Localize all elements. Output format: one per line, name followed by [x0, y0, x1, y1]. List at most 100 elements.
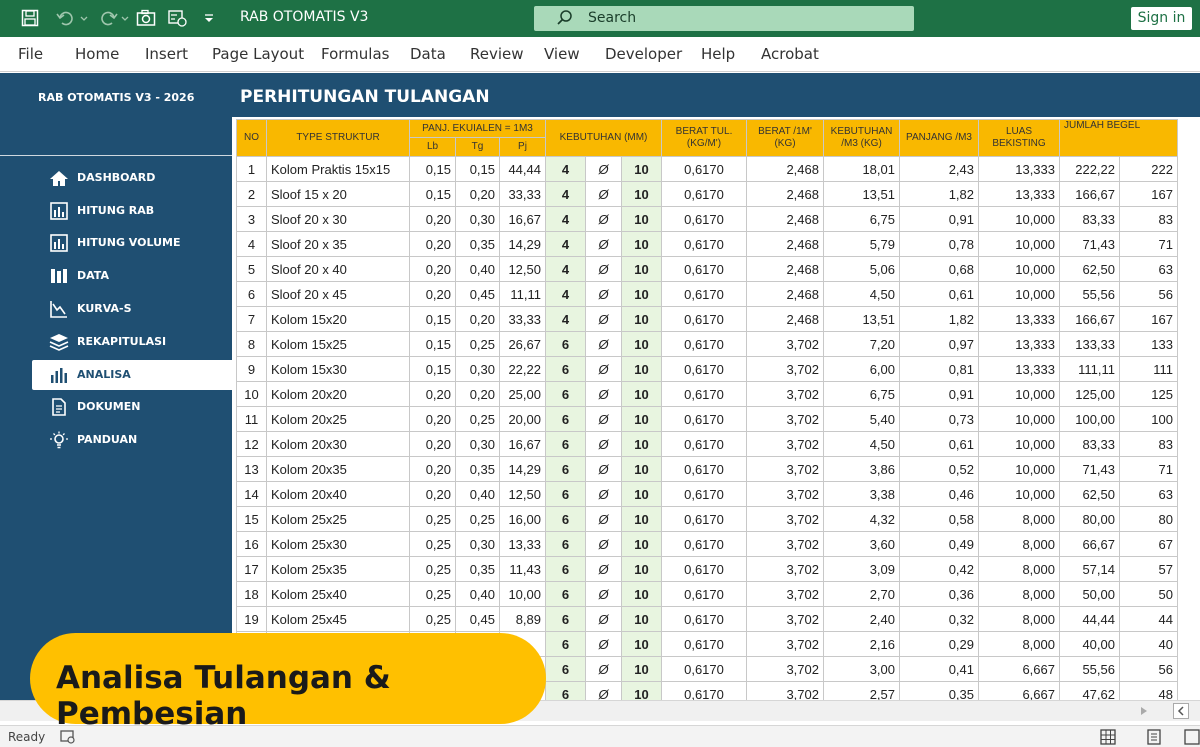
cell-panjang-m3[interactable]: 0,29 [899, 631, 979, 657]
accessibility-icon[interactable] [60, 730, 76, 744]
cell-bar-count[interactable]: 6 [545, 406, 586, 432]
cell-type[interactable]: Kolom 25x45 [266, 606, 410, 632]
cell-pj[interactable]: 44,44 [499, 156, 546, 182]
cell-type[interactable]: Sloof 15 x 20 [266, 181, 410, 207]
cell-tg[interactable]: 0,35 [455, 456, 500, 482]
cell-diameter-symbol[interactable]: Ø [585, 631, 622, 657]
cell-bar-count[interactable]: 4 [545, 206, 586, 232]
cell-jumlah-begel[interactable]: 62,50 [1059, 481, 1120, 507]
cell-diameter-symbol[interactable]: Ø [585, 306, 622, 332]
cell-kebutuhan-m3[interactable]: 3,00 [823, 656, 900, 682]
cell-tg[interactable]: 0,40 [455, 581, 500, 607]
cell-bar-count[interactable]: 6 [545, 531, 586, 557]
cell-lb[interactable]: 0,25 [409, 556, 456, 582]
cell-bar-count[interactable]: 6 [545, 456, 586, 482]
tab-data[interactable]: Data [410, 45, 446, 63]
cell-diameter-symbol[interactable]: Ø [585, 431, 622, 457]
cell-jumlah-begel[interactable]: 125,00 [1059, 381, 1120, 407]
cell-no[interactable]: 16 [236, 531, 267, 557]
sign-in-button[interactable]: Sign in [1131, 7, 1192, 30]
cell-bar-count[interactable]: 6 [545, 381, 586, 407]
cell-diameter-symbol[interactable]: Ø [585, 606, 622, 632]
customize-toolbar-icon[interactable] [200, 6, 218, 30]
cell-bar-count[interactable]: 6 [545, 481, 586, 507]
cell-berat-1m[interactable]: 3,702 [746, 356, 824, 382]
cell-kebutuhan-m3[interactable]: 6,00 [823, 356, 900, 382]
cell-diameter-symbol[interactable]: Ø [585, 331, 622, 357]
cell-panjang-m3[interactable]: 0,78 [899, 231, 979, 257]
cell-jumlah-begel-rounded[interactable]: 71 [1119, 456, 1178, 482]
cell-lb[interactable]: 0,15 [409, 156, 456, 182]
cell-bar-count[interactable]: 4 [545, 281, 586, 307]
cell-diameter[interactable]: 10 [621, 381, 662, 407]
cell-diameter[interactable]: 10 [621, 281, 662, 307]
cell-luas[interactable]: 8,000 [978, 606, 1060, 632]
cell-tg[interactable]: 0,25 [455, 331, 500, 357]
cell-berat-1m[interactable]: 3,702 [746, 656, 824, 682]
cell-type[interactable]: Kolom 25x30 [266, 531, 410, 557]
cell-panjang-m3[interactable]: 0,46 [899, 481, 979, 507]
cell-jumlah-begel-rounded[interactable]: 71 [1119, 231, 1178, 257]
tab-page-layout[interactable]: Page Layout [212, 45, 304, 63]
cell-panjang-m3[interactable]: 0,61 [899, 431, 979, 457]
cell-diameter-symbol[interactable]: Ø [585, 206, 622, 232]
cell-berat-tul[interactable]: 0,6170 [661, 506, 747, 532]
cell-no[interactable]: 14 [236, 481, 267, 507]
cell-panjang-m3[interactable]: 0,81 [899, 356, 979, 382]
cell-berat-tul[interactable]: 0,6170 [661, 381, 747, 407]
scroll-right-icon[interactable] [1139, 706, 1149, 716]
cell-berat-1m[interactable]: 3,702 [746, 506, 824, 532]
cell-panjang-m3[interactable]: 0,91 [899, 381, 979, 407]
cell-jumlah-begel-rounded[interactable]: 167 [1119, 181, 1178, 207]
tab-review[interactable]: Review [470, 45, 524, 63]
cell-diameter-symbol[interactable]: Ø [585, 231, 622, 257]
cell-diameter[interactable]: 10 [621, 206, 662, 232]
cell-lb[interactable]: 0,15 [409, 356, 456, 382]
cell-jumlah-begel[interactable]: 166,67 [1059, 306, 1120, 332]
cell-lb[interactable]: 0,15 [409, 306, 456, 332]
cell-kebutuhan-m3[interactable]: 4,32 [823, 506, 900, 532]
cell-berat-tul[interactable]: 0,6170 [661, 431, 747, 457]
cell-diameter[interactable]: 10 [621, 506, 662, 532]
cell-lb[interactable]: 0,20 [409, 456, 456, 482]
cell-lb[interactable]: 0,20 [409, 231, 456, 257]
cell-pj[interactable]: 11,43 [499, 556, 546, 582]
cell-panjang-m3[interactable]: 0,52 [899, 456, 979, 482]
cell-lb[interactable]: 0,15 [409, 331, 456, 357]
cell-tg[interactable]: 0,30 [455, 206, 500, 232]
cell-lb[interactable]: 0,25 [409, 606, 456, 632]
cell-pj[interactable]: 16,67 [499, 431, 546, 457]
cell-berat-1m[interactable]: 2,468 [746, 156, 824, 182]
cell-jumlah-begel-rounded[interactable]: 83 [1119, 431, 1178, 457]
cell-jumlah-begel[interactable]: 40,00 [1059, 631, 1120, 657]
cell-bar-count[interactable]: 6 [545, 506, 586, 532]
cell-jumlah-begel[interactable]: 111,11 [1059, 356, 1120, 382]
cell-berat-1m[interactable]: 2,468 [746, 206, 824, 232]
sidebar-item-rekapitulasi[interactable]: REKAPITULASI [32, 327, 232, 357]
cell-bar-count[interactable]: 4 [545, 231, 586, 257]
cell-tg[interactable]: 0,20 [455, 306, 500, 332]
cell-kebutuhan-m3[interactable]: 2,16 [823, 631, 900, 657]
cell-berat-1m[interactable]: 3,702 [746, 431, 824, 457]
cell-type[interactable]: Kolom 15x20 [266, 306, 410, 332]
cell-diameter[interactable]: 10 [621, 256, 662, 282]
cell-type[interactable]: Kolom 25x40 [266, 581, 410, 607]
cell-berat-tul[interactable]: 0,6170 [661, 481, 747, 507]
cell-luas[interactable]: 10,000 [978, 381, 1060, 407]
cell-jumlah-begel[interactable]: 55,56 [1059, 656, 1120, 682]
cell-jumlah-begel[interactable]: 166,67 [1059, 181, 1120, 207]
cell-jumlah-begel-rounded[interactable]: 133 [1119, 331, 1178, 357]
tab-file[interactable]: File [18, 45, 43, 63]
cell-diameter[interactable]: 10 [621, 531, 662, 557]
cell-panjang-m3[interactable]: 0,58 [899, 506, 979, 532]
cell-diameter-symbol[interactable]: Ø [585, 381, 622, 407]
cell-diameter-symbol[interactable]: Ø [585, 581, 622, 607]
cell-diameter[interactable]: 10 [621, 431, 662, 457]
cell-lb[interactable]: 0,25 [409, 581, 456, 607]
cell-berat-tul[interactable]: 0,6170 [661, 231, 747, 257]
cell-type[interactable]: Kolom 20x40 [266, 481, 410, 507]
cell-diameter[interactable]: 10 [621, 156, 662, 182]
cell-no[interactable]: 11 [236, 406, 267, 432]
cell-berat-1m[interactable]: 2,468 [746, 281, 824, 307]
cell-no[interactable]: 9 [236, 356, 267, 382]
